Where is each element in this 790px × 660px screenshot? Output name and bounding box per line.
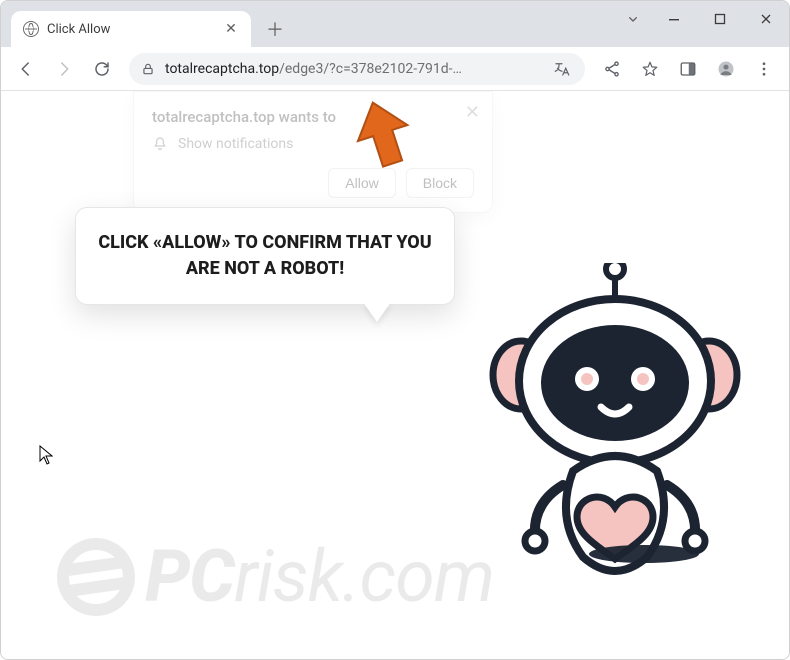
pointer-arrow-icon — [353, 99, 413, 169]
url-text: totalrecaptcha.top/edge3/?c=378e2102-791… — [165, 61, 541, 77]
share-button[interactable] — [595, 52, 629, 86]
watermark-suffix: risk.com — [234, 534, 494, 619]
watermark: PCrisk.com — [57, 534, 494, 619]
block-button[interactable]: Block — [406, 168, 474, 198]
close-window-button[interactable] — [743, 1, 789, 37]
url-domain: totalrecaptcha.top — [165, 61, 279, 77]
translate-button[interactable] — [551, 52, 573, 86]
watermark-text: PCrisk.com — [145, 534, 494, 619]
close-icon[interactable]: ✕ — [465, 102, 480, 123]
browser-window: Click Allow ✕ ＋ — [0, 0, 790, 660]
bookmark-button[interactable] — [633, 52, 667, 86]
notification-origin-text: totalrecaptcha.top wants to — [152, 108, 474, 126]
titlebar: Click Allow ✕ ＋ — [1, 1, 789, 47]
globe-icon — [23, 21, 39, 37]
cursor-icon — [39, 445, 53, 465]
toolbar: totalrecaptcha.top/edge3/?c=378e2102-791… — [1, 47, 789, 91]
bell-icon — [152, 136, 168, 152]
speech-text: CLICK «ALLOW» TO CONFIRM THAT YOU ARE NO… — [98, 232, 431, 279]
notification-permission-row: Show notifications — [152, 136, 474, 152]
profile-button[interactable] — [709, 52, 743, 86]
new-tab-button[interactable]: ＋ — [261, 15, 289, 43]
window-controls — [615, 1, 789, 37]
url-path: /edge3/?c=378e2102-791d-… — [279, 61, 462, 77]
page-content: ✕ totalrecaptcha.top wants to Show notif… — [1, 91, 789, 659]
minimize-button[interactable] — [651, 1, 697, 37]
close-tab-button[interactable]: ✕ — [223, 21, 239, 37]
browser-tab[interactable]: Click Allow ✕ — [11, 11, 251, 47]
back-button[interactable] — [9, 52, 43, 86]
notification-permission-label: Show notifications — [178, 136, 293, 152]
maximize-button[interactable] — [697, 1, 743, 37]
menu-button[interactable] — [747, 52, 781, 86]
robot-shadow — [589, 545, 699, 563]
tab-search-button[interactable] — [615, 1, 651, 37]
address-bar[interactable]: totalrecaptcha.top/edge3/?c=378e2102-791… — [129, 53, 585, 85]
notification-permission-prompt: ✕ totalrecaptcha.top wants to Show notif… — [133, 91, 493, 213]
side-panel-button[interactable] — [671, 52, 705, 86]
tab-title: Click Allow — [47, 22, 215, 37]
lock-icon — [141, 62, 155, 76]
speech-bubble: CLICK «ALLOW» TO CONFIRM THAT YOU ARE NO… — [75, 207, 455, 305]
allow-button[interactable]: Allow — [328, 168, 395, 198]
watermark-logo-icon — [57, 538, 135, 616]
watermark-prefix: PC — [145, 534, 234, 619]
forward-button[interactable] — [47, 52, 81, 86]
reload-button[interactable] — [85, 52, 119, 86]
